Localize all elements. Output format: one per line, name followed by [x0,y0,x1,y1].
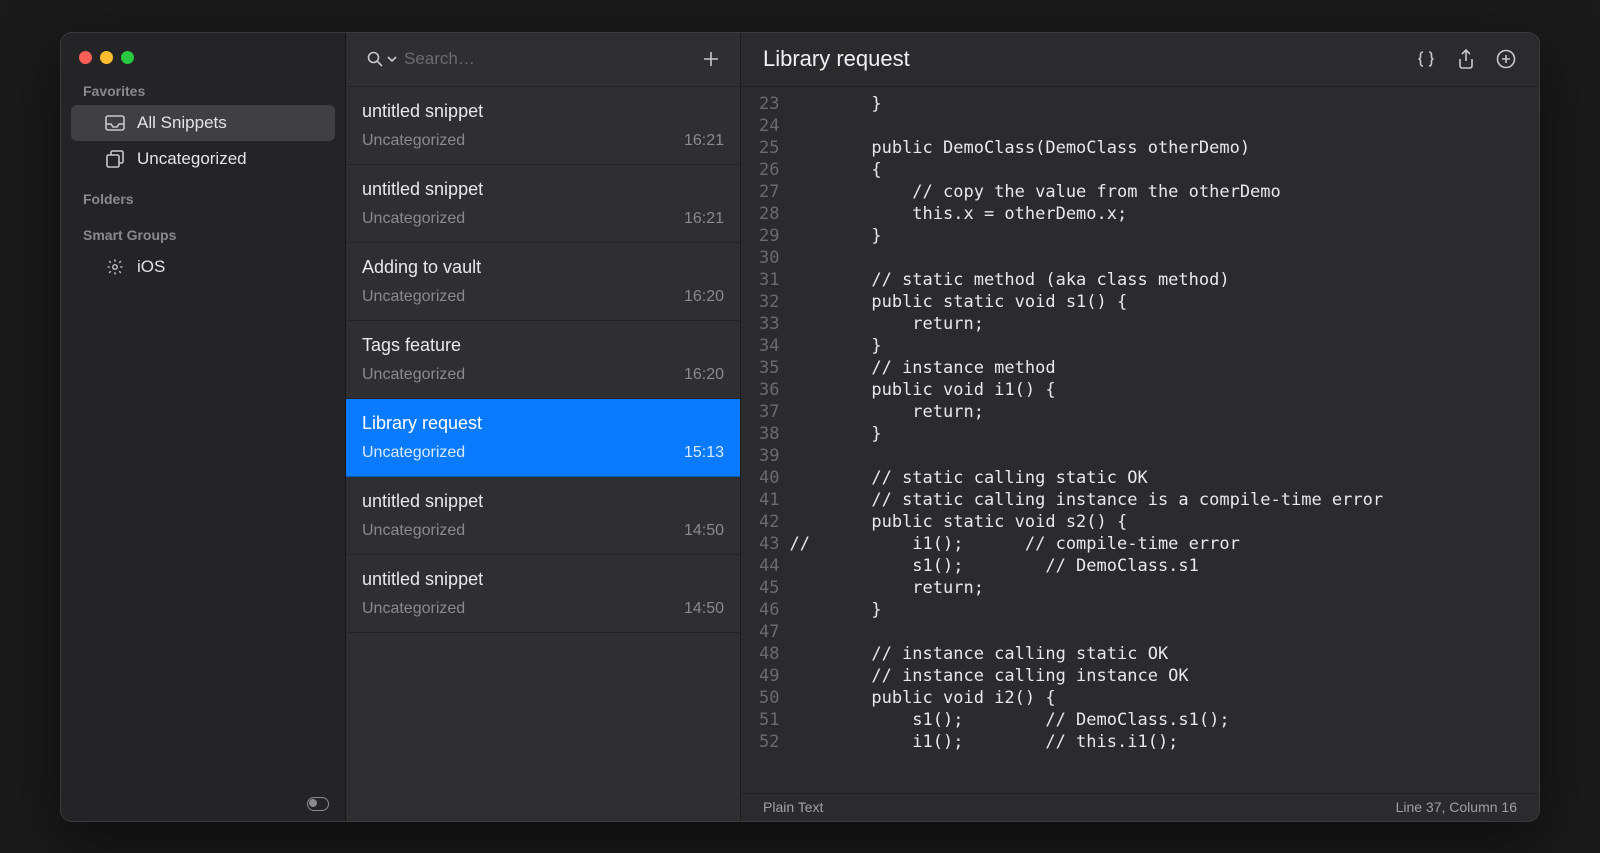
window-controls [61,33,345,69]
sidebar-toggle[interactable] [307,797,329,811]
list-item-title: untitled snippet [362,569,724,590]
line-number-gutter: 23 24 25 26 27 28 29 30 31 32 33 34 35 3… [741,87,789,793]
search-input[interactable] [404,49,690,69]
list-item-time: 16:20 [684,288,724,306]
list-item-category: Uncategorized [362,288,465,306]
list-item-time: 16:20 [684,366,724,384]
sidebar-item-label: Uncategorized [137,149,247,169]
list-item[interactable]: Adding to vault Uncategorized 16:20 [346,243,740,321]
list-item[interactable]: Tags feature Uncategorized 16:20 [346,321,740,399]
list-item-title: Tags feature [362,335,724,356]
list-item[interactable]: untitled snippet Uncategorized 14:50 [346,555,740,633]
list-item[interactable]: untitled snippet Uncategorized 14:50 [346,477,740,555]
share-icon[interactable] [1455,48,1477,70]
list-item-category: Uncategorized [362,132,465,150]
sidebar-section-favorites-label: Favorites [61,69,345,105]
tray-icon [105,113,125,133]
editor-actions [1415,48,1517,70]
list-item-category: Uncategorized [362,366,465,384]
list-item-time: 15:13 [684,444,724,462]
search-box [364,48,690,70]
sidebar-item-ios[interactable]: iOS [71,249,335,285]
list-item-title: Library request [362,413,724,434]
list-item-time: 14:50 [684,522,724,540]
list-item[interactable]: untitled snippet Uncategorized 16:21 [346,87,740,165]
sidebar: Favorites All Snippets Uncategorized Fol… [61,33,346,821]
code-editor[interactable]: 23 24 25 26 27 28 29 30 31 32 33 34 35 3… [741,87,1539,793]
snippet-list-panel: untitled snippetUncategorized16:21untitl… [346,33,741,821]
list-item-title: Adding to vault [362,257,724,278]
list-item-category: Uncategorized [362,444,465,462]
status-language[interactable]: Plain Text [763,799,1396,815]
chevron-down-icon[interactable] [386,48,398,70]
status-cursor-position: Line 37, Column 16 [1396,799,1517,815]
editor-panel: Library request [741,33,1539,821]
search-icon [364,48,386,70]
code-content[interactable]: } public DemoClass(DemoClass otherDemo) … [789,87,1539,793]
list-item-time: 14:50 [684,600,724,618]
list-item-category: Uncategorized [362,600,465,618]
list-item-title: untitled snippet [362,179,724,200]
add-snippet-button[interactable] [700,48,722,70]
app-window: Favorites All Snippets Uncategorized Fol… [60,32,1540,822]
minimize-button[interactable] [100,51,113,64]
editor-header: Library request [741,33,1539,87]
list-item-category: Uncategorized [362,210,465,228]
square-stack-icon [105,149,125,169]
sidebar-section-folders-label: Folders [61,177,345,213]
plus-circle-icon[interactable] [1495,48,1517,70]
list-toolbar [346,33,740,87]
list-item-category: Uncategorized [362,522,465,540]
sidebar-section-smartgroups-label: Smart Groups [61,213,345,249]
sidebar-item-label: iOS [137,257,165,277]
list-item[interactable]: untitled snippet Uncategorized 16:21 [346,165,740,243]
sidebar-item-all-snippets[interactable]: All Snippets [71,105,335,141]
list-item-time: 16:21 [684,210,724,228]
list-item[interactable]: Library request Uncategorized 15:13 [346,399,740,477]
sidebar-item-uncategorized[interactable]: Uncategorized [71,141,335,177]
sidebar-item-label: All Snippets [137,113,227,133]
braces-icon[interactable] [1415,48,1437,70]
editor-title: Library request [763,46,1415,72]
snippet-list[interactable]: untitled snippetUncategorized16:21untitl… [346,87,740,821]
list-item-time: 16:21 [684,132,724,150]
close-button[interactable] [79,51,92,64]
status-bar: Plain Text Line 37, Column 16 [741,793,1539,821]
gear-icon [105,257,125,277]
maximize-button[interactable] [121,51,134,64]
list-item-title: untitled snippet [362,101,724,122]
list-item-title: untitled snippet [362,491,724,512]
